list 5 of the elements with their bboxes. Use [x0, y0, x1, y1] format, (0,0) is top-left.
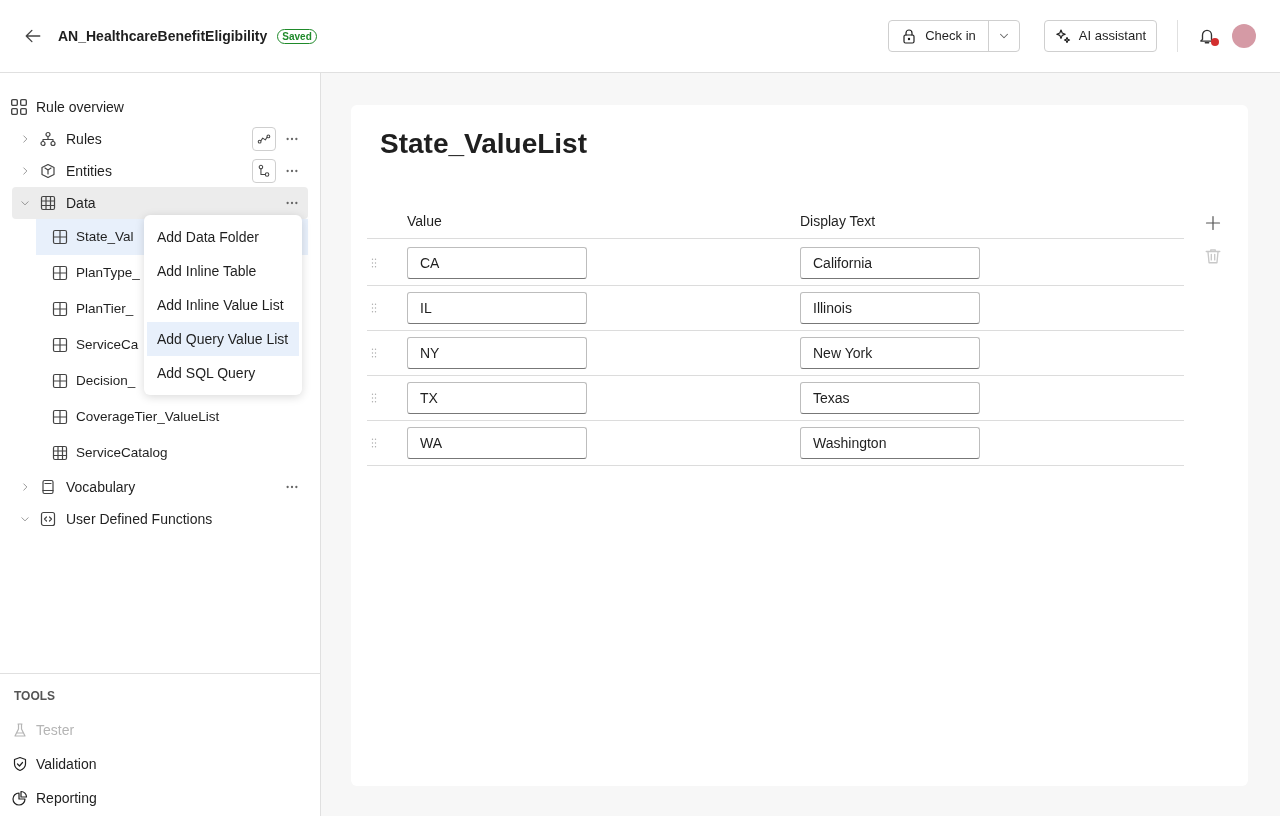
column-header: Value [407, 212, 443, 231]
section-heading: TOOLS [13, 688, 57, 705]
column-header: Display Text [800, 212, 876, 231]
page-title: State_ValueList [380, 127, 588, 161]
document-title: AN_HealthcareBenefitEligibility [58, 26, 268, 46]
